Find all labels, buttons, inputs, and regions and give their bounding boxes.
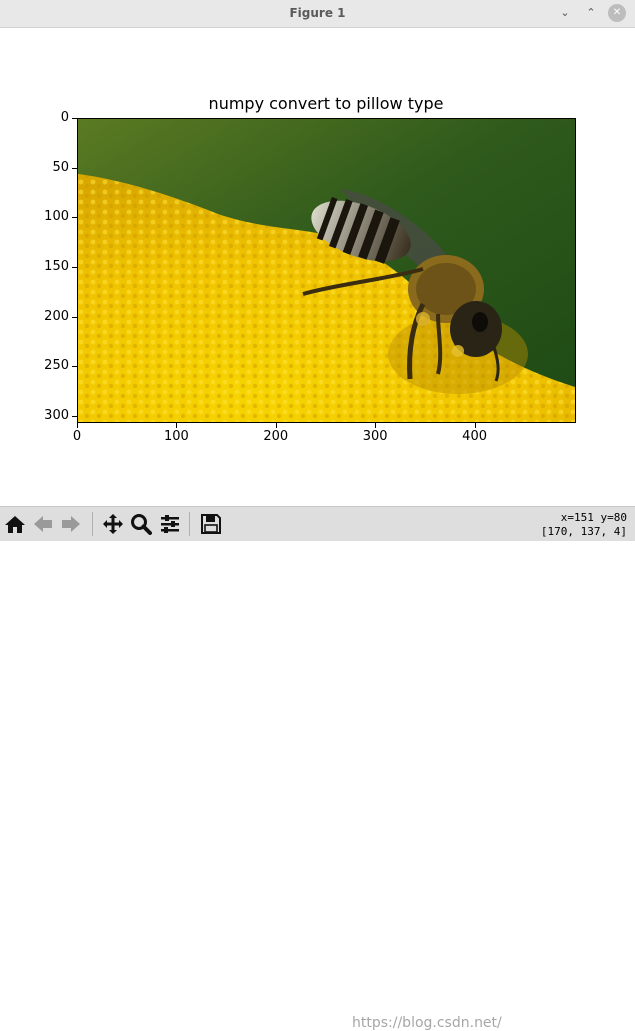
x-tick-label: 300: [362, 429, 388, 444]
cursor-pixel-value: [170, 137, 4]: [540, 525, 627, 538]
forward-button[interactable]: [58, 510, 84, 538]
arrow-right-icon: [62, 516, 80, 532]
maximize-button[interactable]: ⌃: [582, 4, 600, 22]
x-tick-mark: [275, 423, 277, 428]
move-icon: [103, 514, 123, 534]
y-tick-mark: [72, 167, 77, 169]
x-tick-label: 100: [163, 429, 189, 444]
cursor-coordinates: x=151 y=80: [560, 511, 627, 524]
back-button[interactable]: [30, 510, 56, 538]
zoom-button[interactable]: [128, 510, 154, 538]
watermark-text: https://blog.csdn.net/: [352, 1015, 502, 1031]
x-tick-mark: [375, 423, 377, 428]
configure-subplots-button[interactable]: [157, 510, 183, 538]
y-tick-mark: [72, 118, 77, 119]
y-tick-mark: [72, 416, 77, 418]
arrow-left-icon: [34, 516, 52, 532]
y-tick-mark: [72, 217, 77, 219]
image-axes[interactable]: [77, 118, 576, 423]
save-button[interactable]: [198, 510, 224, 538]
sliders-icon: [161, 515, 179, 533]
bee-image: [78, 119, 575, 422]
home-button[interactable]: [2, 510, 28, 538]
home-icon: [5, 516, 25, 533]
x-tick-label: 0: [72, 429, 82, 444]
x-tick-mark: [176, 423, 178, 428]
y-tick-label: 200: [44, 308, 69, 324]
minimize-button[interactable]: ⌄: [556, 4, 574, 22]
y-tick-label: 50: [52, 159, 69, 175]
close-button[interactable]: ✕: [608, 4, 626, 22]
x-tick-mark: [474, 423, 476, 428]
magnifier-icon: [131, 514, 152, 535]
figure-canvas[interactable]: numpy convert to pillow type 0 50 100 15…: [0, 28, 635, 506]
y-tick-label: 100: [44, 209, 69, 225]
floppy-icon: [201, 514, 221, 534]
x-tick-mark: [77, 423, 78, 428]
toolbar-separator: [189, 512, 190, 536]
y-tick-label: 150: [44, 259, 69, 275]
navigation-toolbar: https://blog.csdn.net/ x=151 y=80 [170, …: [0, 506, 635, 1031]
y-tick-label: 0: [60, 110, 69, 125]
window-title: Figure 1: [289, 6, 346, 20]
plot-title: numpy convert to pillow type: [208, 94, 444, 113]
window-titlebar: Figure 1 ⌄ ⌃ ✕: [0, 0, 635, 28]
y-tick-label: 250: [44, 358, 69, 374]
y-tick-label: 300: [44, 408, 69, 424]
x-tick-label: 200: [263, 429, 289, 444]
y-tick-mark: [72, 366, 77, 368]
pan-button[interactable]: [100, 510, 126, 538]
y-tick-mark: [72, 267, 77, 269]
toolbar-separator: [92, 512, 93, 536]
x-tick-label: 400: [462, 429, 487, 444]
y-tick-mark: [72, 316, 77, 318]
